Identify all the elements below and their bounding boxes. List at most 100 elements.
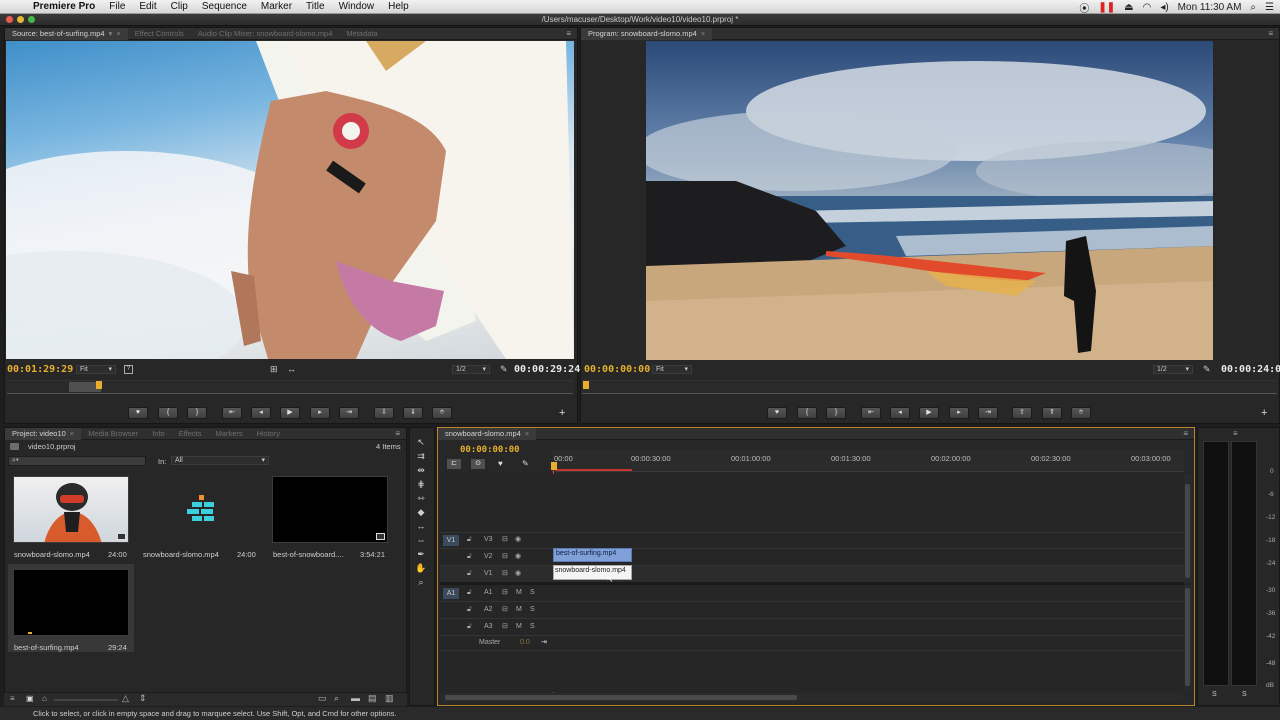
timeline-clip-best-of-surfing[interactable]: best-of-surfing.mp4	[553, 548, 632, 562]
lock-icon[interactable]: 🔓︎	[467, 553, 472, 561]
sync-lock-icon[interactable]: ⊟	[502, 569, 508, 577]
menubar-clock[interactable]: Mon 11:30 AM	[1178, 2, 1242, 13]
program-resolution-select[interactable]: 1/2 ▾	[1153, 365, 1193, 374]
add-button-icon[interactable]: +	[1261, 407, 1267, 419]
tab-info[interactable]: Info	[145, 428, 172, 440]
menu-help[interactable]: Help	[381, 1, 416, 12]
track-name-v2[interactable]: V2	[484, 553, 493, 560]
rate-stretch-tool-icon[interactable]: ⇿	[414, 492, 428, 504]
list-icon[interactable]: ☰	[1265, 2, 1274, 13]
slide-tool-icon[interactable]: ⇔	[414, 534, 428, 546]
eye-icon[interactable]: ◉	[515, 552, 521, 560]
app-menu[interactable]: Premiere Pro	[26, 1, 102, 12]
volume-icon[interactable]: ◂)	[1160, 2, 1168, 13]
menu-title[interactable]: Title	[299, 1, 332, 12]
icon-view-icon[interactable]: ▣	[26, 694, 34, 703]
program-timecode[interactable]: 00:00:00:00	[584, 364, 650, 375]
program-playhead[interactable]	[583, 381, 589, 389]
sync-lock-icon[interactable]: ⊟	[502, 552, 508, 560]
spotlight-icon[interactable]: ⌕	[1250, 2, 1256, 13]
tab-metadata[interactable]: Metadata	[339, 28, 384, 40]
audio-track-a1[interactable]	[440, 585, 1184, 602]
panel-menu-icon[interactable]: ≡	[566, 29, 571, 38]
video-track-v3[interactable]	[440, 532, 1184, 548]
new-item-icon[interactable]: ▤	[368, 693, 377, 704]
timeline-timecode[interactable]: 00:00:00:00	[460, 445, 520, 455]
source-playhead[interactable]	[96, 381, 102, 389]
sync-lock-icon[interactable]: ⊟	[502, 605, 508, 613]
panel-menu-icon[interactable]: ≡	[1268, 29, 1273, 38]
panel-menu-icon[interactable]: ≡	[1233, 429, 1238, 438]
scroll-thumb[interactable]	[1185, 588, 1190, 686]
work-area-bar[interactable]	[556, 469, 632, 471]
horizontal-scrollbar[interactable]	[441, 693, 1183, 702]
eject-icon[interactable]: ⏏	[1124, 2, 1133, 13]
playhead[interactable]	[551, 462, 557, 470]
tab-program[interactable]: Program: snowboard-slomo.mp4 ×	[581, 27, 713, 40]
zoom-tool-icon[interactable]: ⌕	[414, 576, 428, 588]
source-resolution-select[interactable]: 1/2 ▾	[452, 365, 490, 374]
menu-window[interactable]: Window	[332, 1, 382, 12]
scroll-thumb[interactable]	[1185, 484, 1190, 578]
eye-icon[interactable]: ◉	[515, 569, 521, 577]
export-frame-button[interactable]: ⌾	[1071, 407, 1091, 419]
go-to-in-button[interactable]: ⇤	[861, 407, 881, 419]
solo-right-button[interactable]: S	[1242, 691, 1247, 698]
source-patch-video[interactable]: V1	[443, 535, 459, 546]
lock-icon[interactable]: 🔓︎	[467, 589, 472, 597]
vertical-scrollbar[interactable]	[1184, 474, 1192, 582]
source-zoom-select[interactable]: Fit ▾	[76, 365, 116, 374]
project-search-input[interactable]: ⌕▾	[8, 456, 146, 466]
source-scrub-bar[interactable]	[7, 380, 573, 394]
project-item-thumbnail[interactable]	[272, 476, 388, 543]
automate-icon[interactable]: ⇕	[139, 693, 147, 704]
panel-menu-icon[interactable]: ≡	[1183, 429, 1188, 438]
menu-clip[interactable]: Clip	[164, 1, 195, 12]
lock-icon[interactable]: 🔓︎	[467, 536, 472, 544]
drag-audio-icon[interactable]: ↔	[287, 364, 296, 374]
solo-icon[interactable]: S	[530, 606, 535, 613]
project-item-thumbnail[interactable]	[142, 476, 258, 543]
eye-icon[interactable]: ◉	[515, 535, 521, 543]
menu-edit[interactable]: Edit	[132, 1, 163, 12]
audio-track-a3[interactable]	[440, 619, 1184, 636]
mark-in-button[interactable]: {	[797, 407, 817, 419]
zoom-slider[interactable]	[54, 699, 118, 701]
track-select-tool-icon[interactable]: ⇉	[414, 450, 428, 462]
ripple-edit-tool-icon[interactable]: ⇹	[414, 464, 428, 476]
go-to-end-icon[interactable]: ⇥	[541, 638, 547, 646]
close-icon[interactable]: ×	[116, 29, 120, 38]
audio-track-a2[interactable]	[440, 602, 1184, 619]
track-name-a2[interactable]: A2	[484, 606, 493, 613]
slip-tool-icon[interactable]: ↔	[414, 520, 428, 532]
find-icon[interactable]: ⌕	[334, 693, 339, 704]
timeline-settings-icon[interactable]: ✎	[522, 459, 529, 468]
selection-tool-icon[interactable]: ↖	[414, 436, 428, 448]
scroll-thumb[interactable]	[445, 695, 797, 700]
tab-media-browser[interactable]: Media Browser	[81, 428, 145, 440]
wifi-icon[interactable]: ◠	[1143, 2, 1152, 13]
timeline-clip-snowboard-slomo[interactable]: snowboard-slomo.mp4	[553, 565, 632, 580]
close-icon[interactable]: ×	[525, 429, 529, 438]
track-name-v1[interactable]: V1	[484, 570, 493, 577]
mark-out-button[interactable]: }	[826, 407, 846, 419]
zoom-slider-icon[interactable]: ⌂	[42, 694, 47, 703]
solo-icon[interactable]: S	[530, 589, 535, 596]
source-patch-audio[interactable]: A1	[443, 588, 459, 599]
trash-icon[interactable]: ▥	[385, 693, 394, 704]
linked-selection-icon[interactable]: ⊙	[471, 459, 485, 469]
tab-menu-icon[interactable]: ▾	[109, 29, 113, 38]
video-track-v1[interactable]	[440, 565, 1184, 582]
menu-marker[interactable]: Marker	[254, 1, 299, 12]
tab-project[interactable]: Project: video10 ×	[5, 427, 82, 440]
sync-lock-icon[interactable]: ⊟	[502, 622, 508, 630]
step-back-button[interactable]: ◂	[890, 407, 910, 419]
program-scrub-bar[interactable]	[582, 380, 1277, 394]
solo-icon[interactable]: S	[530, 623, 535, 630]
program-zoom-select[interactable]: Fit ▾	[652, 365, 692, 374]
extract-button[interactable]: ⇑	[1042, 407, 1062, 419]
tab-markers[interactable]: Markers	[209, 428, 250, 440]
lock-icon[interactable]: 🔓︎	[467, 570, 472, 578]
pause-icon[interactable]: ❚❚	[1098, 2, 1115, 13]
track-name-v3[interactable]: V3	[484, 536, 493, 543]
